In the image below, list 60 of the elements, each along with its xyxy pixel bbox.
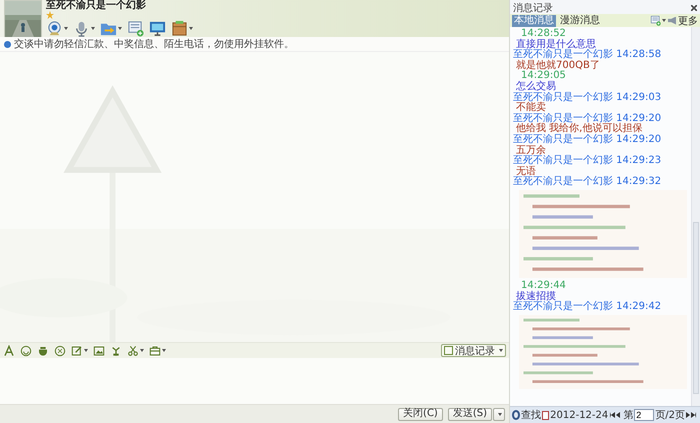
message-header: 至死不渝只是一个幻影 14:28:58 (513, 50, 662, 60)
briefcase-icon[interactable] (149, 344, 161, 356)
notice-text: 交谈中请勿轻信汇款、中奖信息、陌生电话，勿使用外挂软件。 (14, 38, 294, 51)
message-text: 不能卖 (516, 103, 546, 114)
panel-title: 消息记录 (513, 2, 553, 14)
edit-icon[interactable] (71, 344, 83, 356)
box-icon[interactable] (171, 20, 188, 36)
message-header: 至死不渝只是一个幻影 14:29:32 (513, 177, 662, 188)
previous-page-icon[interactable] (616, 412, 620, 418)
chat-add-icon[interactable] (650, 15, 661, 26)
monitor-icon[interactable] (149, 20, 166, 36)
scissors-icon[interactable] (127, 344, 139, 356)
message-text: 拔速招摸 (516, 292, 556, 302)
message-time: 14:28:52 (521, 29, 567, 39)
tab[interactable]: 漫游消息 (558, 14, 602, 26)
message-header: 至死不渝只是一个幻影 14:29:23 (513, 156, 662, 166)
font-icon[interactable] (3, 344, 15, 356)
message-text: 他给我 我给你,他说可以担保 (516, 124, 644, 134)
first-page-icon[interactable] (610, 412, 616, 418)
date-button[interactable]: 2012-12-24 (550, 410, 608, 420)
message-header: 至死不渝只是一个幻影 14:29:20 (513, 134, 662, 145)
microphone-icon[interactable] (73, 20, 90, 36)
message-time: 14:29:05 (521, 71, 567, 82)
next-page-icon[interactable] (686, 412, 690, 418)
smiley-icon[interactable] (20, 344, 32, 356)
more-button[interactable]: 更多 (678, 14, 698, 28)
last-page-icon[interactable] (691, 412, 696, 418)
contact-name: 至死不渝只是一个幻影 (46, 0, 147, 11)
message-history-button[interactable]: 消息记录 (441, 344, 506, 357)
info-icon (4, 40, 11, 48)
shake-icon[interactable] (54, 344, 66, 356)
message-header: 至死不渝只是一个幻影 14:29:42 (513, 302, 662, 313)
chat-add-icon[interactable] (127, 20, 144, 36)
caret-icon[interactable] (84, 349, 88, 352)
page-field[interactable]: 2 (634, 409, 654, 421)
webcam-icon[interactable] (46, 20, 63, 36)
message-text: 怎么交易 (515, 82, 557, 92)
caret-icon[interactable] (140, 349, 144, 352)
search-icon[interactable] (512, 410, 520, 420)
message-header: 至死不渝只是一个幻影 14:29:03 (513, 92, 662, 103)
message-time: 14:29:44 (520, 280, 567, 291)
caret-icon[interactable] (91, 26, 95, 30)
message-text: 就是他就700QB了 (515, 60, 601, 71)
close-icon[interactable] (691, 5, 697, 11)
send-button[interactable]: 发送(S) (448, 408, 492, 420)
image-icon[interactable] (93, 344, 105, 356)
search-button[interactable]: 查找 (521, 408, 542, 422)
caret-icon[interactable] (162, 349, 166, 352)
close-button[interactable]: 关闭(C) (398, 408, 443, 420)
caret-icon[interactable] (189, 26, 193, 30)
message-text: 五万余 (516, 146, 546, 156)
message-text: 直接用是什么意思 (516, 40, 596, 50)
calendar-icon[interactable] (542, 410, 550, 420)
message-text: 无语 (516, 166, 536, 177)
caret-icon[interactable] (64, 26, 68, 30)
caret-icon[interactable] (118, 26, 122, 30)
message-header: 至死不渝只是一个幻影 14:29:20 (513, 114, 662, 124)
dropdown-button[interactable] (493, 408, 505, 420)
page-count: 页/2页 (655, 409, 685, 422)
page-label: 第 (623, 409, 634, 422)
